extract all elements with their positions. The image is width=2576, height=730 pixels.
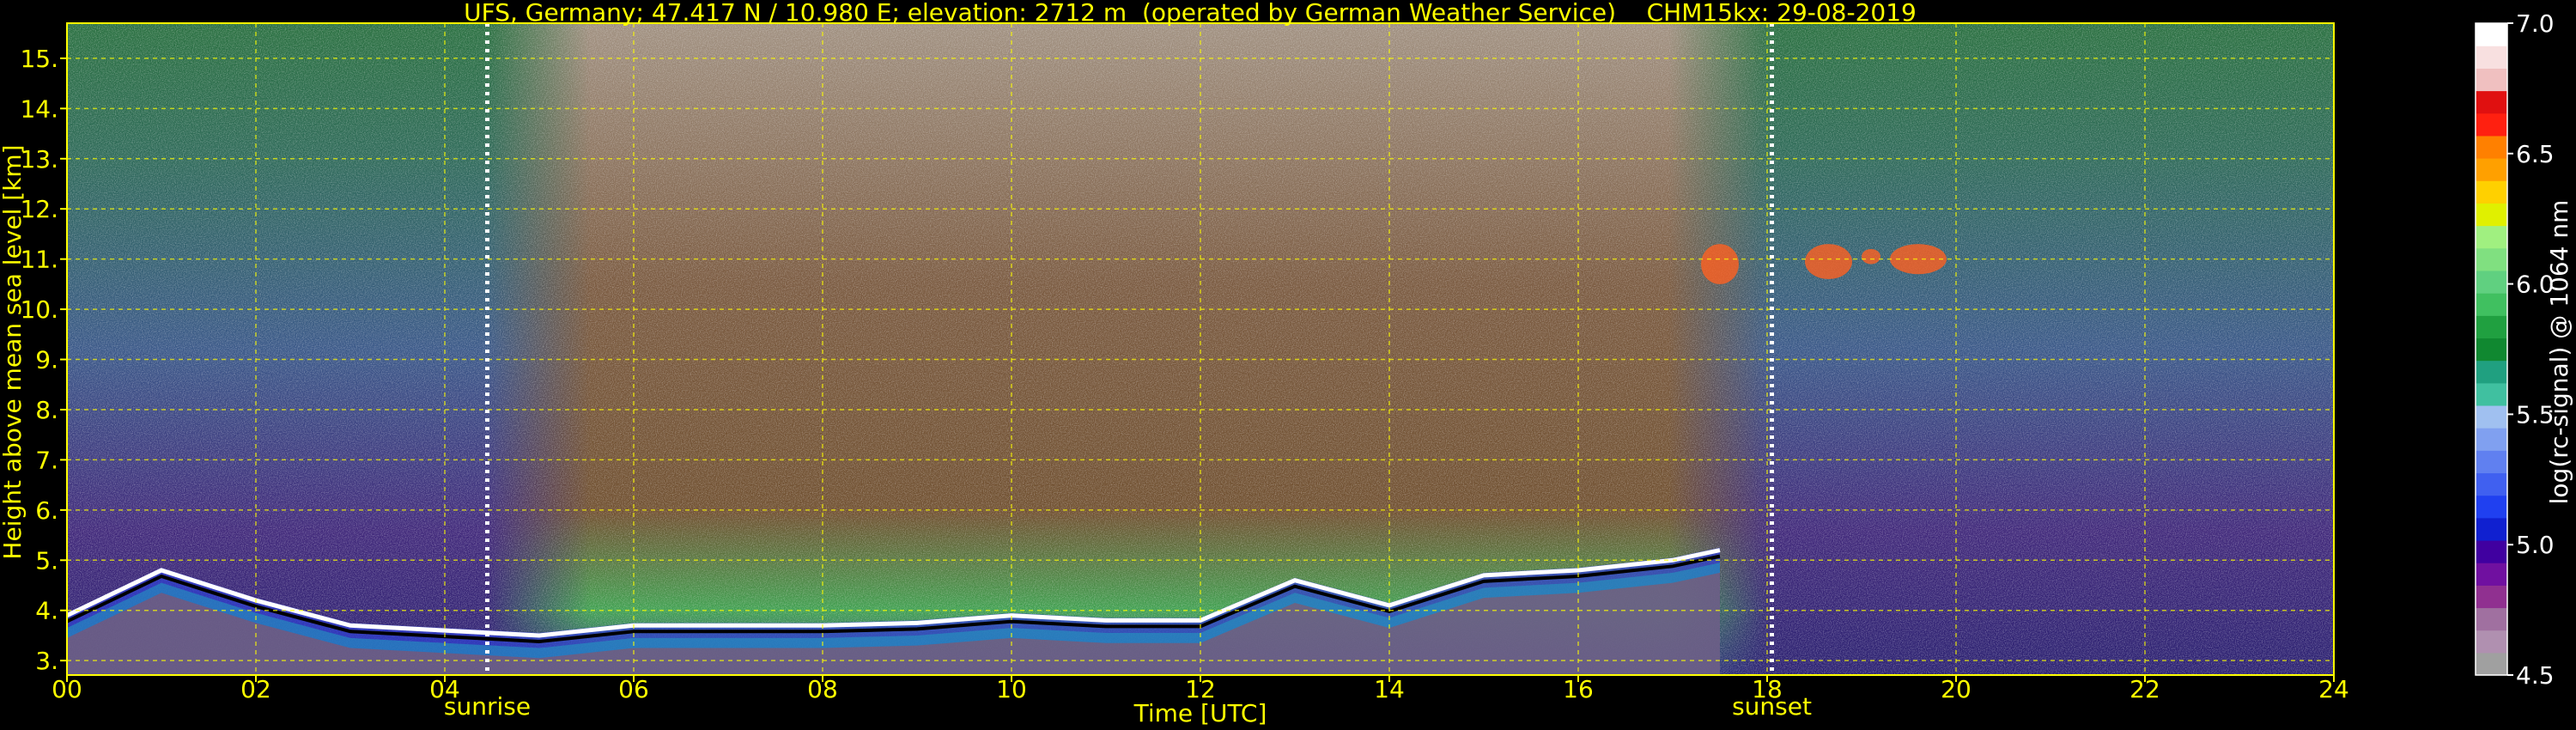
- colorbar-tick-label: 5.0: [2516, 531, 2555, 559]
- y-tick-label: 8.: [35, 396, 58, 424]
- colorbar-segment: [2476, 428, 2507, 451]
- x-tick-label: 20: [1941, 675, 1971, 703]
- x-tick-label: 14: [1374, 675, 1405, 703]
- colorbar-segment: [2476, 338, 2507, 362]
- colorbar-segment: [2476, 203, 2507, 227]
- colorbar-segment: [2476, 450, 2507, 474]
- colorbar-segment: [2476, 382, 2507, 406]
- colorbar-segment: [2476, 517, 2507, 541]
- colorbar-segment: [2476, 180, 2507, 204]
- x-tick-label: 00: [52, 675, 82, 703]
- y-tick-label: 7.: [35, 446, 58, 474]
- colorbar-tick-label: 6.5: [2516, 140, 2555, 168]
- colorbar-segment: [2476, 90, 2507, 114]
- colorbar-segment: [2476, 563, 2507, 586]
- colorbar-segment: [2476, 135, 2507, 159]
- colorbar-segment: [2476, 652, 2507, 676]
- x-tick-label: 18: [1752, 675, 1783, 703]
- colorbar-segment: [2476, 225, 2507, 249]
- colorbar-segment: [2476, 607, 2507, 631]
- cirrus-patch: [1701, 244, 1739, 284]
- colorbar-segment: [2476, 293, 2507, 316]
- colorbar-segment: [2476, 360, 2507, 384]
- x-axis-label: Time [UTC]: [1133, 699, 1267, 727]
- y-axis-label: Height above mean sea level [km]: [0, 144, 27, 559]
- x-tick-label: 10: [996, 675, 1027, 703]
- cirrus-patch: [1862, 248, 1880, 265]
- colorbar-tick-label: 4.5: [2516, 661, 2555, 690]
- colorbar-segment: [2476, 46, 2507, 69]
- y-tick-label: 15.: [20, 45, 58, 73]
- colorbar-segment: [2476, 68, 2507, 92]
- colorbar-tick-label: 7.0: [2516, 9, 2555, 38]
- y-tick-label: 6.: [35, 496, 58, 525]
- y-tick-label: 4.: [35, 597, 58, 625]
- ceilometer-chart: sunrise sunset 00 02 04 06 08 10 12 14 16 18 20 22 24…: [0, 0, 2573, 727]
- y-tick-label: 9.: [35, 346, 58, 374]
- chart-title: UFS, Germany; 47.417 N / 10.980 E; eleva…: [464, 0, 1917, 27]
- x-tick-label: 02: [240, 675, 271, 703]
- colorbar-label: log(rc-signal) @ 1064 nm: [2545, 200, 2573, 505]
- colorbar-segment: [2476, 539, 2507, 563]
- colorbar-segment: [2476, 405, 2507, 429]
- y-tick-label: 5.: [35, 546, 58, 575]
- x-tick-label: 08: [807, 675, 838, 703]
- x-tick-label: 24: [2318, 675, 2349, 703]
- x-tick-label: 04: [429, 675, 460, 703]
- colorbar-segment: [2476, 495, 2507, 519]
- colorbar-segment: [2476, 270, 2507, 294]
- colorbar-segment: [2476, 113, 2507, 137]
- colorbar-segment: [2476, 315, 2507, 339]
- colorbar-segment: [2476, 472, 2507, 496]
- y-tick-label: 3.: [35, 647, 58, 675]
- x-tick-label: 16: [1563, 675, 1594, 703]
- x-tick-label: 22: [2129, 675, 2160, 703]
- colorbar-segment: [2476, 158, 2507, 181]
- cirrus-patch: [1805, 244, 1852, 280]
- x-tick-label: 06: [618, 675, 649, 703]
- colorbar-segment: [2476, 630, 2507, 654]
- colorbar: 7.06.56.05.55.04.5: [2475, 9, 2555, 690]
- colorbar-segment: [2476, 585, 2507, 609]
- y-tick-label: 14.: [20, 94, 58, 123]
- colorbar-segment: [2476, 23, 2507, 46]
- colorbar-segment: [2476, 247, 2507, 271]
